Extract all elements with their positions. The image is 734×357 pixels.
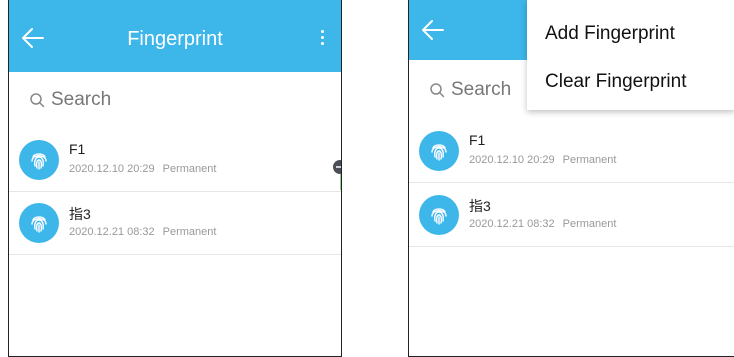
back-button[interactable] bbox=[419, 16, 447, 44]
fingerprint-screen-right: Search F1 2020.12.10 20:29 Permanent 指3 … bbox=[408, 0, 734, 357]
search-icon bbox=[30, 93, 45, 108]
fingerprint-screen-left: Fingerprint Search F1 2020.12.10 20:29 P… bbox=[8, 0, 342, 357]
fingerprint-datetime: 2020.12.10 20:29 bbox=[469, 154, 555, 166]
fingerprint-icon bbox=[419, 195, 459, 235]
fingerprint-datetime: 2020.12.10 20:29 bbox=[69, 163, 155, 175]
fingerprint-meta: 2020.12.21 08:32 Permanent bbox=[469, 218, 616, 230]
fingerprint-meta: 2020.12.10 20:29 Permanent bbox=[469, 154, 616, 166]
list-item[interactable]: F1 2020.12.10 20:29 Permanent bbox=[9, 129, 341, 192]
fingerprint-validity: Permanent bbox=[562, 154, 617, 166]
fingerprint-validity: Permanent bbox=[162, 163, 217, 175]
fingerprint-icon bbox=[19, 203, 59, 243]
more-options-button[interactable] bbox=[317, 28, 327, 48]
options-menu: Add Fingerprint Clear Fingerprint bbox=[527, 0, 734, 110]
list-item[interactable]: F1 2020.12.10 20:29 Permanent bbox=[409, 120, 734, 183]
list-item[interactable]: 指3 2020.12.21 08:32 Permanent bbox=[9, 192, 341, 255]
floating-handle-icon[interactable] bbox=[333, 160, 341, 174]
fingerprint-name: 指3 bbox=[69, 206, 91, 222]
fingerprint-datetime: 2020.12.21 08:32 bbox=[69, 226, 155, 238]
edge-indicator bbox=[340, 174, 341, 190]
fingerprint-name: F1 bbox=[469, 132, 486, 148]
app-bar: Fingerprint bbox=[9, 0, 341, 72]
search-icon bbox=[430, 83, 445, 98]
menu-item-add-fingerprint[interactable]: Add Fingerprint bbox=[545, 14, 675, 54]
search-placeholder: Search bbox=[51, 89, 112, 110]
search-input[interactable]: Search bbox=[29, 84, 111, 116]
fingerprint-icon bbox=[19, 140, 59, 180]
fingerprint-name: F1 bbox=[69, 141, 86, 157]
back-arrow-icon bbox=[422, 20, 444, 40]
page-title: Fingerprint bbox=[127, 28, 223, 50]
fingerprint-validity: Permanent bbox=[562, 218, 617, 230]
fingerprint-meta: 2020.12.10 20:29 Permanent bbox=[69, 163, 216, 175]
search-placeholder: Search bbox=[451, 79, 512, 100]
fingerprint-validity: Permanent bbox=[162, 226, 217, 238]
search-input[interactable]: Search bbox=[429, 74, 511, 106]
more-vertical-icon bbox=[320, 30, 324, 33]
menu-item-clear-fingerprint[interactable]: Clear Fingerprint bbox=[545, 62, 687, 102]
fingerprint-name: 指3 bbox=[469, 198, 491, 214]
list-item[interactable]: 指3 2020.12.21 08:32 Permanent bbox=[409, 184, 734, 247]
fingerprint-icon bbox=[419, 131, 459, 171]
fingerprint-datetime: 2020.12.21 08:32 bbox=[469, 218, 555, 230]
fingerprint-meta: 2020.12.21 08:32 Permanent bbox=[69, 226, 216, 238]
